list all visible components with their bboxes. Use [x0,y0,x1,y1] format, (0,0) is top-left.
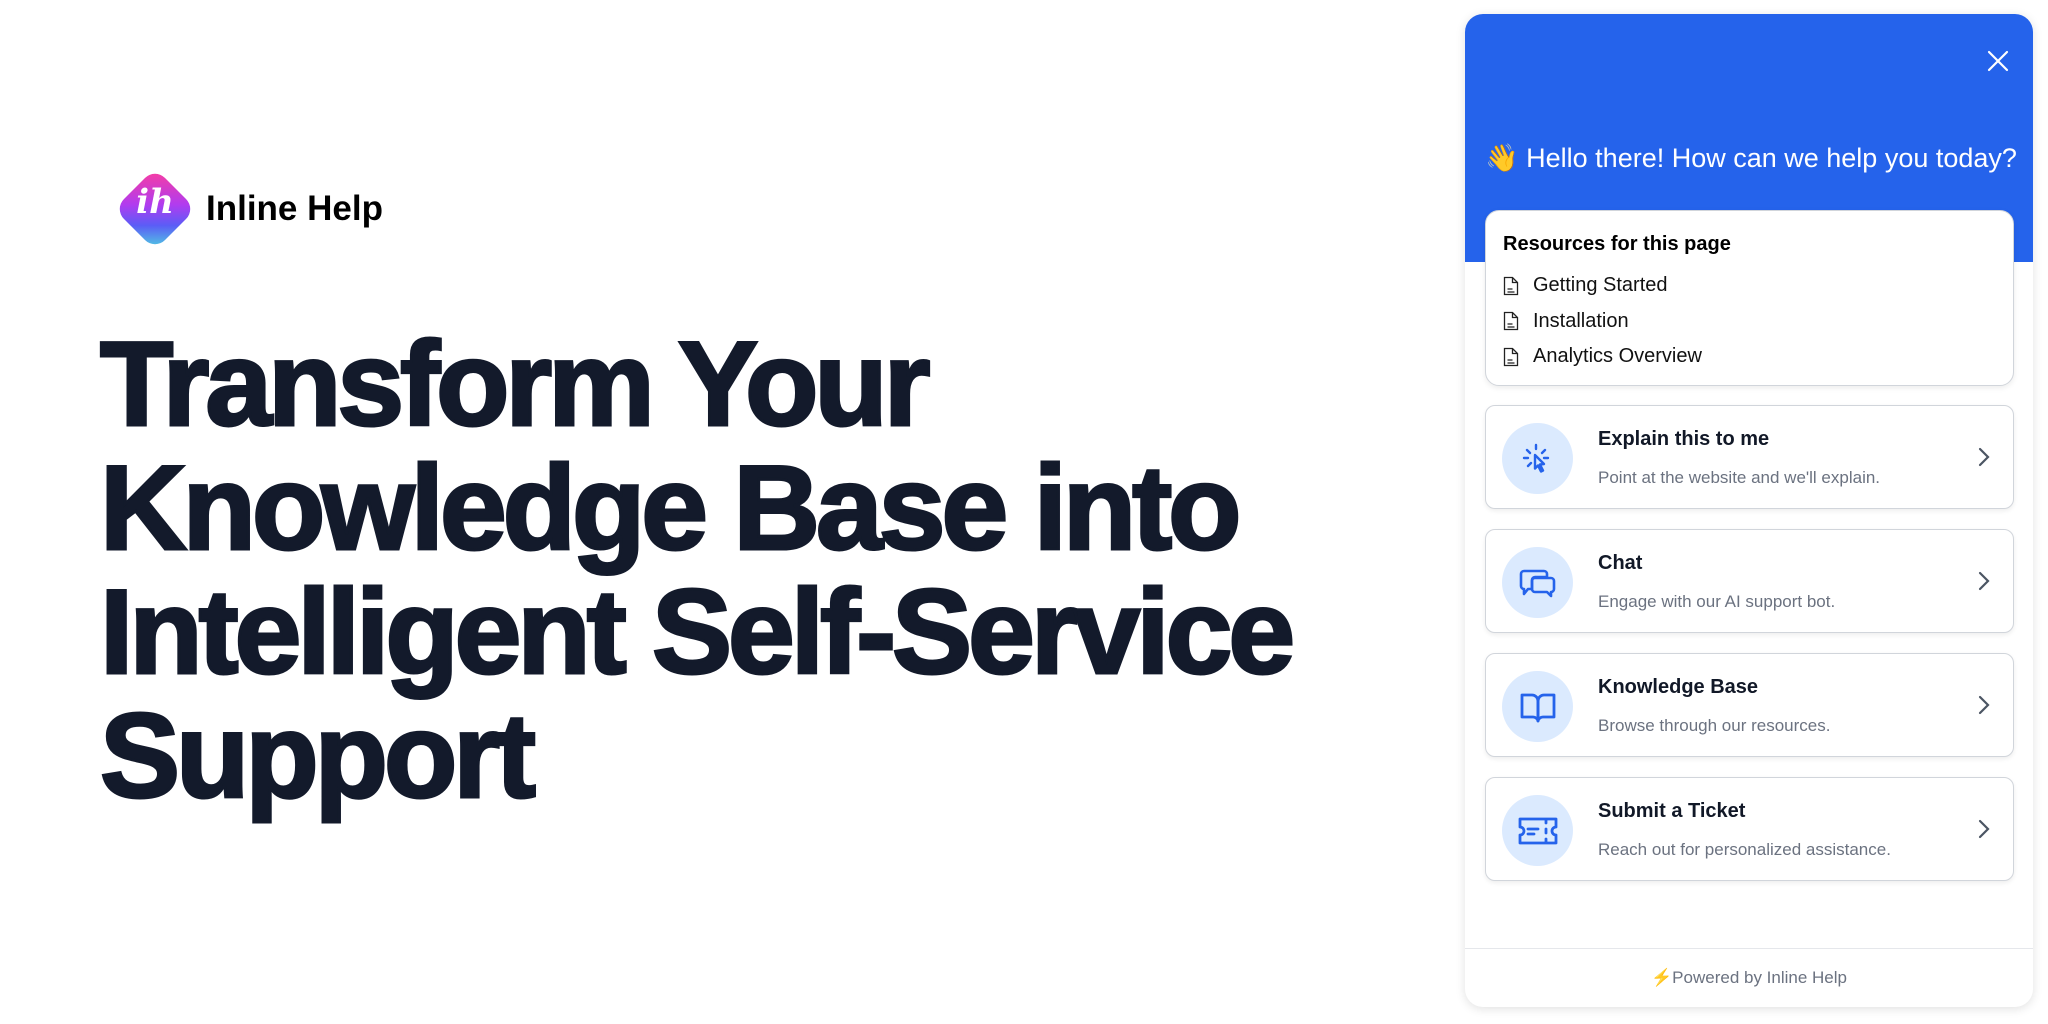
chevron-right-icon [1978,571,1990,591]
option-title: Submit a Ticket [1598,800,1746,822]
option-subtitle: Engage with our AI support bot. [1598,592,1836,611]
book-open-icon [1520,693,1555,722]
help-widget: 👋 Hello there! How can we help you today… [1465,14,2033,1007]
resource-link[interactable]: Analytics Overview [1503,339,1996,375]
headline-line: Transform Your [99,317,932,451]
resource-label: Installation [1533,309,1629,332]
logo-letters: ih [136,182,174,222]
headline-line: Knowledge Base into [99,441,1243,575]
chevron-right-icon [1978,447,1990,467]
brand-logo[interactable]: ih Inline Help [113,167,383,251]
option-submit-ticket[interactable]: Submit a Ticket Reach out for personaliz… [1485,777,2014,881]
headline-line: Support [99,689,538,823]
document-icon [1503,312,1519,331]
logo-mark: ih [113,167,197,251]
resource-label: Getting Started [1533,274,1668,297]
option-title: Explain this to me [1598,428,1770,450]
powered-by[interactable]: ⚡Powered by Inline Help [1465,968,2033,988]
option-explain[interactable]: Explain this to me Point at the website … [1485,405,2014,509]
chat-bubbles-icon [1519,569,1555,597]
cursor-click-icon [1522,443,1549,473]
option-subtitle: Browse through our resources. [1598,716,1831,735]
ticket-icon [1518,817,1557,844]
greeting: 👋 Hello there! How can we help you today… [1485,142,2017,174]
chevron-right-icon [1978,819,1990,839]
option-title: Knowledge Base [1598,676,1759,698]
close-icon[interactable] [1983,46,2013,76]
option-chat[interactable]: Chat Engage with our AI support bot. [1485,529,2014,633]
powered-by-text: Powered by Inline Help [1672,968,1847,987]
document-icon [1503,347,1519,366]
headline-line: Intelligent Self-Service [99,565,1297,699]
document-icon [1503,276,1519,295]
resource-link[interactable]: Installation [1503,304,1996,340]
bolt-icon: ⚡ [1651,968,1673,987]
resources-card: Resources for this page Getting Started … [1485,210,2014,386]
resources-title: Resources for this page [1503,233,1731,255]
hero-headline: Transform Your Knowledge Base into Intel… [99,317,1480,823]
greeting-text: Hello there! How can we help you today? [1526,143,2017,173]
option-subtitle: Reach out for personalized assistance. [1598,840,1891,859]
option-title: Chat [1598,552,1643,574]
brand-name: Inline Help [206,189,383,228]
footer-divider [1465,948,2033,949]
resource-label: Analytics Overview [1533,345,1702,368]
chevron-right-icon [1978,695,1990,715]
option-subtitle: Point at the website and we'll explain. [1598,468,1881,487]
resource-link[interactable]: Getting Started [1503,268,1996,304]
option-knowledge-base[interactable]: Knowledge Base Browse through our resour… [1485,653,2014,757]
wave-icon: 👋 [1485,143,1519,173]
